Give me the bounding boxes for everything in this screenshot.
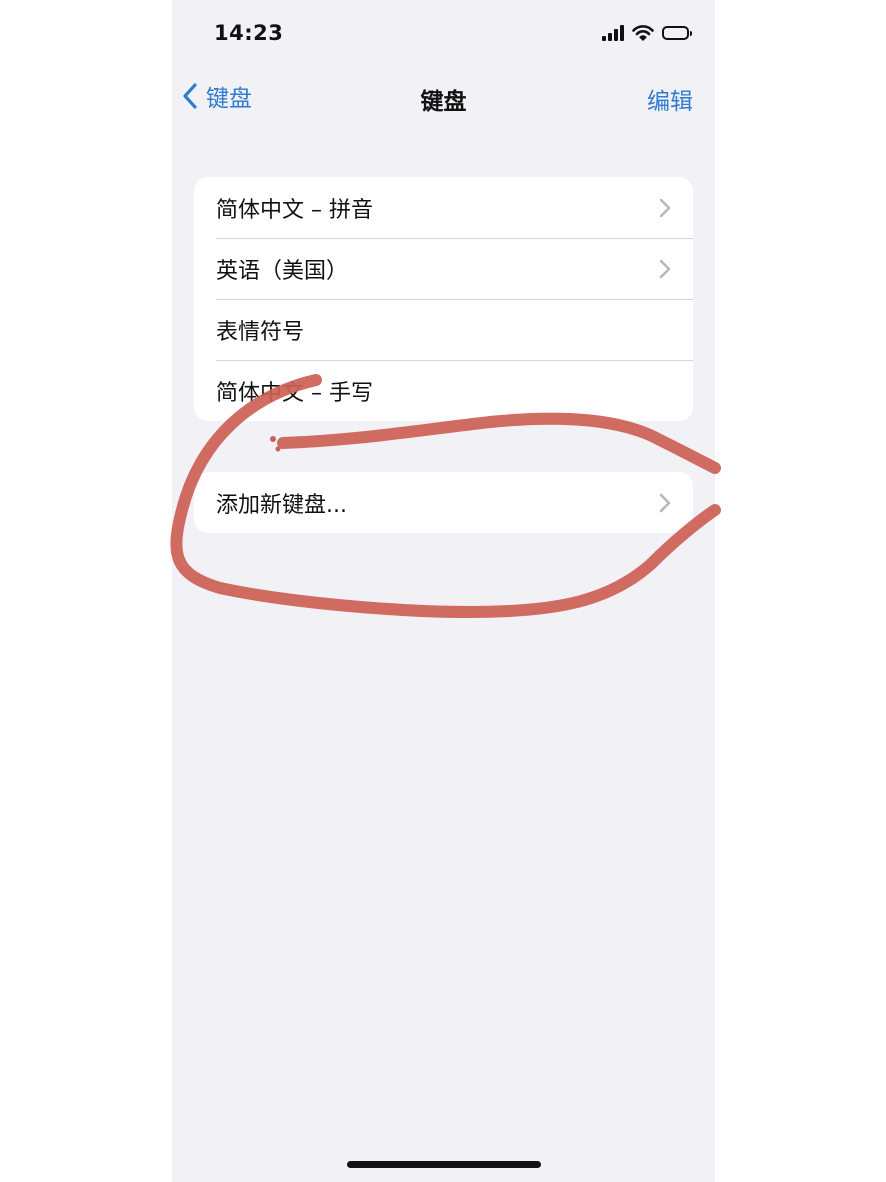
- add-new-keyboard-button[interactable]: 添加新键盘...: [194, 472, 693, 533]
- status-bar: 14:23: [172, 0, 715, 70]
- navigation-bar: 键盘 键盘 编辑: [172, 70, 715, 125]
- status-time: 14:23: [214, 21, 284, 45]
- settings-screen: 14:23 键盘 键盘 编辑 简体中文 – 拼音 英语（美国） 表情符号 简体中…: [172, 0, 715, 1182]
- keyboard-row-english-us[interactable]: 英语（美国）: [194, 238, 693, 299]
- keyboard-row-emoji[interactable]: 表情符号: [194, 299, 693, 360]
- keyboard-label: 简体中文 – 手写: [216, 380, 373, 406]
- chevron-right-icon: [659, 198, 671, 218]
- add-keyboard-group: 添加新键盘...: [194, 472, 693, 533]
- add-keyboard-label: 添加新键盘...: [216, 492, 347, 518]
- keyboard-row-handwriting[interactable]: 简体中文 – 手写: [194, 360, 693, 421]
- battery-icon: [662, 26, 692, 40]
- status-icons: [602, 25, 692, 41]
- chevron-right-icon: [659, 493, 671, 513]
- edit-button[interactable]: 编辑: [647, 82, 693, 116]
- keyboard-row-pinyin[interactable]: 简体中文 – 拼音: [194, 177, 693, 238]
- home-indicator: [347, 1161, 541, 1168]
- chevron-right-icon: [659, 259, 671, 279]
- wifi-icon: [632, 25, 654, 41]
- page-title: 键盘: [420, 89, 467, 115]
- keyboard-label: 英语（美国）: [216, 258, 349, 284]
- keyboard-label: 表情符号: [216, 319, 305, 345]
- keyboard-label: 简体中文 – 拼音: [216, 197, 373, 223]
- cellular-signal-icon: [602, 25, 624, 41]
- keyboard-list: 简体中文 – 拼音 英语（美国） 表情符号 简体中文 – 手写: [194, 177, 693, 421]
